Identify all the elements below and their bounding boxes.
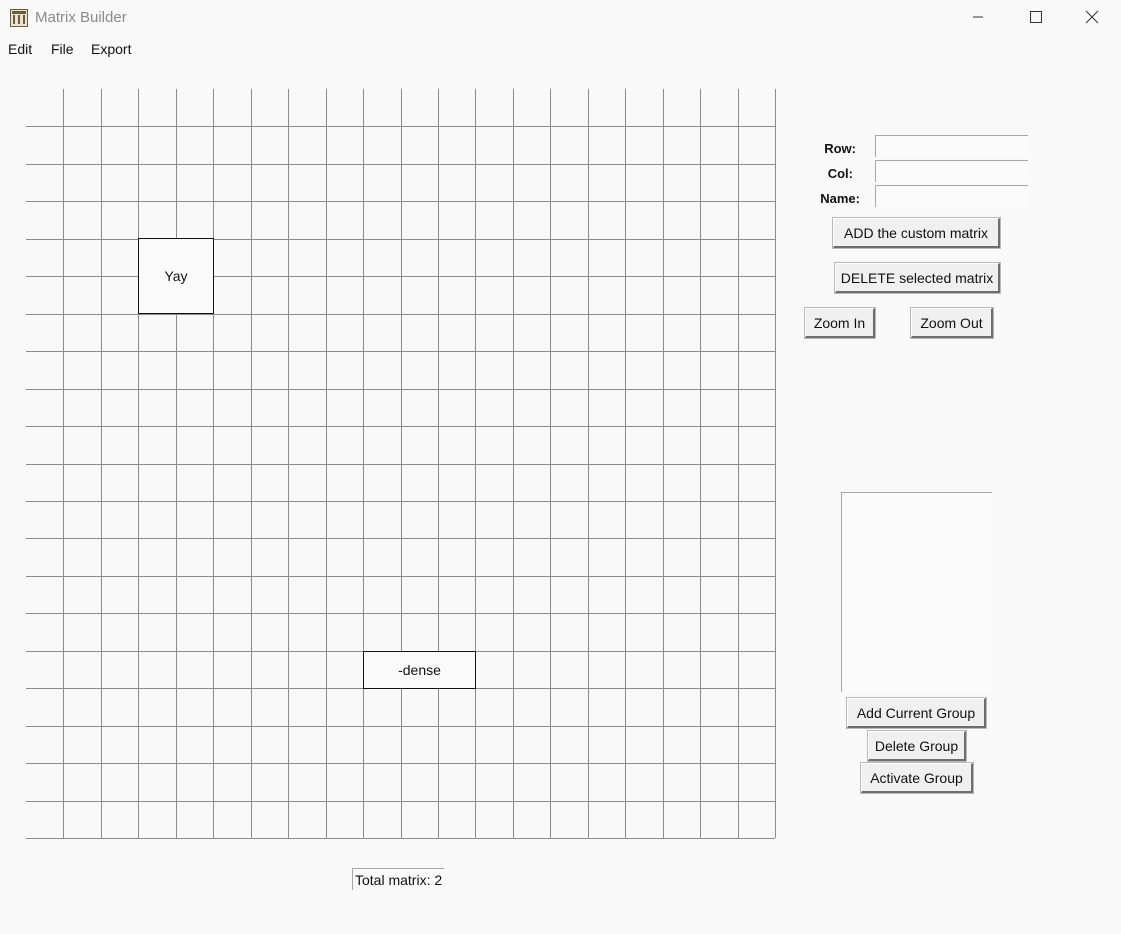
matrix-block-yay[interactable]: Yay xyxy=(138,238,214,314)
col-input[interactable] xyxy=(875,160,1028,182)
activate-group-button[interactable]: Activate Group xyxy=(860,762,974,794)
group-listbox[interactable] xyxy=(841,492,992,692)
delete-matrix-button[interactable]: DELETE selected matrix xyxy=(834,262,1001,294)
total-matrix-status: Total matrix: 2 xyxy=(352,868,445,890)
zoom-in-button[interactable]: Zoom In xyxy=(804,307,876,339)
matrix-builder-window: Matrix Builder Edit File Export Yay -den… xyxy=(0,0,1121,934)
row-input[interactable] xyxy=(875,135,1028,157)
add-current-group-button[interactable]: Add Current Group xyxy=(846,697,987,729)
name-input[interactable] xyxy=(875,185,1028,207)
add-matrix-button[interactable]: ADD the custom matrix xyxy=(832,217,1001,249)
delete-group-button[interactable]: Delete Group xyxy=(867,730,967,762)
col-label: Col: xyxy=(827,166,853,181)
matrix-block-dense[interactable]: -dense xyxy=(363,651,476,689)
name-label: Name: xyxy=(820,191,860,206)
row-label: Row: xyxy=(824,141,856,156)
zoom-out-button[interactable]: Zoom Out xyxy=(910,307,994,339)
